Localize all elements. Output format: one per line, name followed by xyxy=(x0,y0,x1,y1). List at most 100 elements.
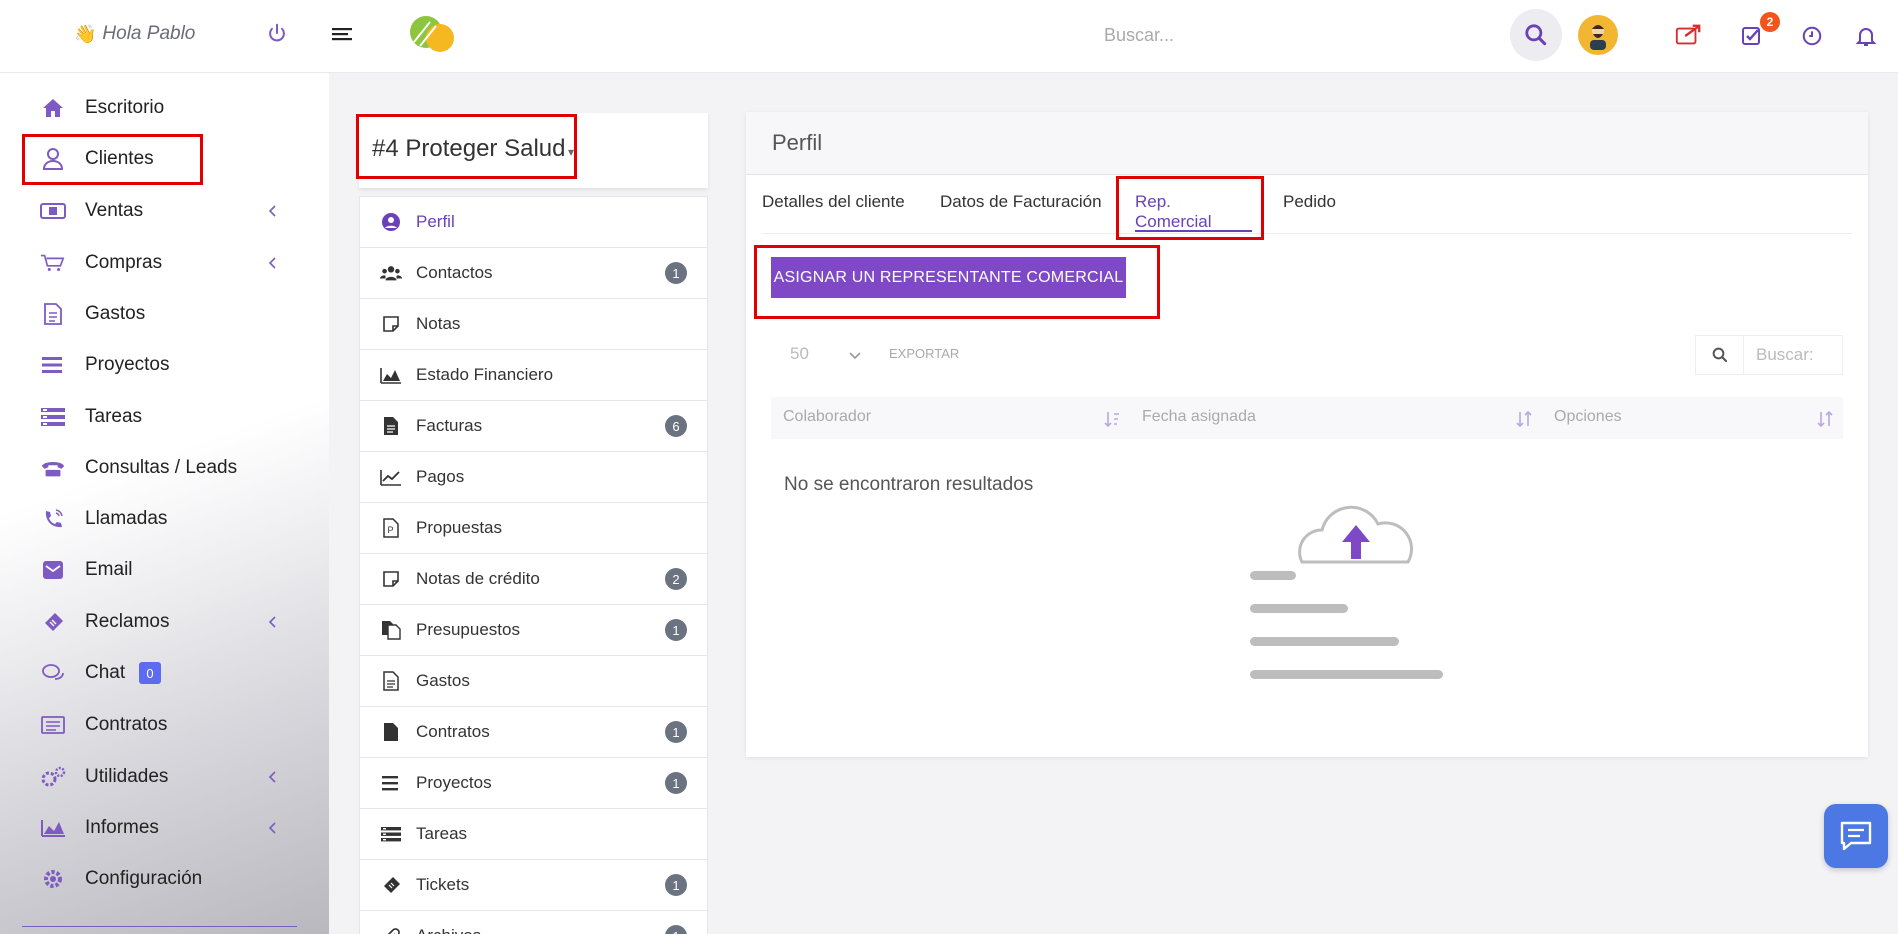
sidebar-item-compras[interactable]: Compras xyxy=(0,241,329,285)
client-menu-estado-financiero[interactable]: Estado Financiero xyxy=(360,350,707,401)
sidebar-item-label: Clientes xyxy=(85,148,154,169)
client-menu-label: Propuestas xyxy=(416,518,502,537)
search-button[interactable] xyxy=(1510,9,1562,61)
client-menu-contratos[interactable]: Contratos 1 xyxy=(360,707,707,758)
client-title[interactable]: #4 Proteger Salud xyxy=(372,135,565,163)
count-badge: 1 xyxy=(665,925,687,934)
sidebar-item-tareas[interactable]: Tareas xyxy=(0,395,329,439)
client-menu-label: Notas de crédito xyxy=(416,569,540,588)
tab-divider xyxy=(762,233,1852,234)
money-icon xyxy=(40,198,66,224)
table-search xyxy=(1695,335,1843,375)
client-menu-facturas[interactable]: Facturas 6 xyxy=(360,401,707,452)
chevron-left-icon xyxy=(268,205,276,217)
note-icon xyxy=(380,313,402,335)
sidebar-item-utilidades[interactable]: Utilidades xyxy=(0,755,329,799)
chat-float-button[interactable] xyxy=(1824,804,1888,868)
assign-sales-rep-button[interactable]: ASIGNAR UN REPRESENTANTE COMERCIAL xyxy=(771,257,1126,298)
client-menu-archivos[interactable]: Archivos 1 xyxy=(360,911,707,934)
tab-datos-facturacion[interactable]: Datos de Facturación xyxy=(940,192,1102,232)
chart-icon xyxy=(40,815,66,841)
sidebar-item-informes[interactable]: Informes xyxy=(0,806,329,850)
chat-bubble-icon xyxy=(1840,821,1872,851)
chevron-left-icon xyxy=(268,257,276,269)
chevron-down-icon[interactable] xyxy=(848,348,862,362)
notification-badge: 2 xyxy=(1760,12,1780,32)
sidebar-item-label: Gastos xyxy=(85,303,146,324)
sidebar-item-label: Contratos xyxy=(85,714,168,735)
sort-icon[interactable] xyxy=(1516,410,1532,428)
top-bar: 👋 Hola Pablo 2 xyxy=(0,0,1898,73)
sidebar-item-label: Ventas xyxy=(85,200,144,221)
client-menu-label: Tickets xyxy=(416,875,470,894)
avatar-icon xyxy=(1590,25,1606,50)
sidebar-item-gastos[interactable]: Gastos xyxy=(0,292,329,336)
client-menu-propuestas[interactable]: P Propuestas xyxy=(360,503,707,554)
sidebar-item-proyectos[interactable]: Proyectos xyxy=(0,343,329,387)
menu-toggle-icon[interactable] xyxy=(332,25,354,45)
client-menu-gastos[interactable]: Gastos xyxy=(360,656,707,707)
sidebar-item-clientes[interactable]: Clientes xyxy=(0,137,329,181)
client-menu-perfil[interactable]: Perfil xyxy=(360,197,707,248)
invoice-icon xyxy=(380,415,402,437)
chat-count-badge: 0 xyxy=(139,662,161,684)
table-search-input[interactable] xyxy=(1744,336,1842,374)
sidebar-item-chat[interactable]: Chat 0 xyxy=(0,651,329,695)
tab-rep-comercial[interactable]: Rep. Comercial xyxy=(1135,192,1252,232)
sort-icon[interactable] xyxy=(1104,410,1120,428)
share-icon[interactable] xyxy=(1674,22,1702,50)
contract-icon xyxy=(40,712,66,738)
client-menu-pagos[interactable]: Pagos xyxy=(360,452,707,503)
sidebar: Escritorio Clientes Ventas Compras Gasto… xyxy=(0,73,329,934)
export-button[interactable]: EXPORTAR xyxy=(889,346,959,361)
sidebar-item-label: Compras xyxy=(85,252,163,273)
client-menu-presupuestos[interactable]: Presupuestos 1 xyxy=(360,605,707,656)
greeting-text: Hola Pablo xyxy=(102,23,196,44)
page-size-select[interactable]: 50 xyxy=(790,344,809,364)
sidebar-item-label: Llamadas xyxy=(85,508,168,529)
user-avatar[interactable] xyxy=(1578,15,1618,55)
ticket-icon xyxy=(380,874,402,896)
client-menu-label: Tareas xyxy=(416,824,468,843)
client-menu-tareas[interactable]: Tareas xyxy=(360,809,707,860)
bars-icon xyxy=(40,352,66,378)
table-header: Colaborador Fecha asignada Opciones xyxy=(771,397,1843,439)
sidebar-item-label: Escritorio xyxy=(85,97,165,118)
sort-icon[interactable] xyxy=(1817,410,1833,428)
client-menu-notas-credito[interactable]: Notas de crédito 2 xyxy=(360,554,707,605)
users-icon xyxy=(380,262,402,284)
sidebar-item-escritorio[interactable]: Escritorio xyxy=(0,86,329,130)
sidebar-item-email[interactable]: Email xyxy=(0,548,329,592)
chevron-left-icon xyxy=(268,771,276,783)
sidebar-item-llamadas[interactable]: Llamadas xyxy=(0,497,329,541)
client-menu-notas[interactable]: Notas xyxy=(360,299,707,350)
tab-pedido[interactable]: Pedido xyxy=(1283,192,1336,232)
sidebar-item-contratos[interactable]: Contratos xyxy=(0,703,329,747)
client-menu-contactos[interactable]: Contactos 1 xyxy=(360,248,707,299)
top-search-input[interactable] xyxy=(1090,14,1490,56)
copy-icon xyxy=(380,619,402,641)
sidebar-item-reclamos[interactable]: Reclamos xyxy=(0,600,329,644)
sidebar-item-configuracion[interactable]: Configuración xyxy=(0,857,329,901)
count-badge: 1 xyxy=(665,772,687,794)
sidebar-item-ventas[interactable]: Ventas xyxy=(0,189,329,233)
column-colaborador[interactable]: Colaborador xyxy=(783,408,871,426)
client-menu: Perfil Contactos 1 Notas Estado Financie… xyxy=(359,196,708,934)
client-menu-tickets[interactable]: Tickets 1 xyxy=(360,860,707,911)
tasks-icon xyxy=(40,404,66,430)
clock-icon[interactable] xyxy=(1798,22,1826,50)
column-opciones[interactable]: Opciones xyxy=(1554,408,1622,426)
tab-detalles-cliente[interactable]: Detalles del cliente xyxy=(762,192,905,232)
column-fecha-asignada[interactable]: Fecha asignada xyxy=(1142,408,1256,426)
count-badge: 1 xyxy=(665,721,687,743)
app-logo[interactable] xyxy=(404,12,460,54)
chevron-left-icon xyxy=(268,822,276,834)
caret-down-icon[interactable]: ▾ xyxy=(568,145,574,159)
power-icon[interactable] xyxy=(266,22,288,44)
bell-icon[interactable] xyxy=(1852,22,1880,50)
line-chart-icon xyxy=(380,466,402,488)
client-menu-proyectos[interactable]: Proyectos 1 xyxy=(360,758,707,809)
empty-state-message: No se encontraron resultados xyxy=(784,474,1034,495)
home-icon xyxy=(40,95,66,121)
sidebar-item-consultas-leads[interactable]: Consultas / Leads xyxy=(0,446,329,490)
